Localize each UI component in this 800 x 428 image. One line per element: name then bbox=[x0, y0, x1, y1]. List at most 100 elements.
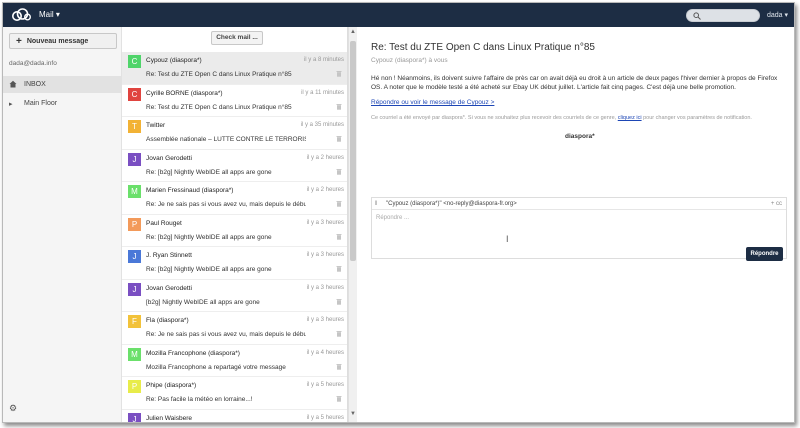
message-sender: Jovan Gerodetti bbox=[146, 284, 192, 292]
list-item[interactable]: T Twitter il y a 35 minutes Assemblée natio… bbox=[122, 117, 347, 150]
app-window: Mail ▾ dada ▾ + Nouveau message dada@dad… bbox=[2, 2, 795, 423]
message-subject-preview: Mozilla Francophone a repartagé votre me… bbox=[146, 363, 286, 371]
list-item[interactable]: M Marien Fressinaud (diaspora*) il y a 2 h… bbox=[122, 182, 347, 215]
send-reply-button[interactable]: Répondre bbox=[746, 247, 783, 261]
message-sender: Fla (diaspora*) bbox=[146, 317, 189, 324]
sidebar-item-main-floor[interactable]: ▸ Main Floor bbox=[3, 95, 121, 112]
reply-textarea[interactable]: Répondre ... bbox=[376, 215, 409, 221]
message-date: il y a 3 heures bbox=[306, 284, 344, 291]
list-item[interactable]: P Paul Rouget il y a 3 heures Re: [b2g] Nig… bbox=[122, 215, 347, 247]
scroll-thumb[interactable] bbox=[350, 41, 356, 261]
message-subject-preview: Assemblée nationale – LUTTE CONTRE LE TE… bbox=[146, 136, 306, 143]
cloud-logo-icon[interactable] bbox=[11, 8, 31, 22]
trash-icon[interactable] bbox=[336, 298, 342, 305]
message-date: il y a 5 heures bbox=[306, 382, 344, 388]
unsubscribe-link[interactable]: cliquez ici bbox=[618, 115, 642, 121]
list-item[interactable]: J J. Ryan Stinnett il y a 3 heures Re: [b2g… bbox=[122, 247, 347, 280]
reply-link[interactable]: Répondre ou voir le message de Cypouz > bbox=[371, 99, 494, 106]
new-message-button[interactable]: + Nouveau message bbox=[9, 33, 117, 49]
list-item[interactable]: P Phipe (diaspora*) il y a 5 heures Re: Pas… bbox=[122, 377, 347, 410]
avatar: P bbox=[128, 217, 141, 231]
trash-icon[interactable] bbox=[336, 200, 342, 207]
message-date: il y a 4 heures bbox=[306, 349, 344, 356]
message-subject-preview: Re: Test du ZTE Open C dans Linux Pratiq… bbox=[146, 103, 292, 111]
message-sender: Jovan Gerodetti bbox=[146, 154, 192, 162]
avatar: J bbox=[128, 250, 141, 263]
trash-icon[interactable] bbox=[336, 103, 342, 110]
message-date: il y a 8 minutes bbox=[303, 57, 344, 63]
message-sender: Twitter bbox=[146, 122, 166, 129]
app-menu[interactable]: Mail ▾ bbox=[39, 10, 60, 19]
trash-icon[interactable] bbox=[336, 233, 342, 240]
scroll-up-icon[interactable]: ▲ bbox=[350, 29, 356, 35]
avatar: M bbox=[128, 185, 141, 198]
gear-icon[interactable]: ⚙ bbox=[9, 403, 17, 414]
check-mail-button[interactable]: Check mail ... bbox=[211, 31, 263, 45]
sidebar-item-label: INBOX bbox=[24, 81, 46, 88]
recipient-icon: ǁ bbox=[375, 201, 378, 207]
list-item[interactable]: F Fla (diaspora*) il y a 3 heures Re: Je ne… bbox=[122, 312, 347, 345]
message-body: Hé non ! Néanmoins, ils doivent suivre l… bbox=[371, 75, 778, 91]
message-sender: Marien Fressinaud (diaspora*) bbox=[146, 187, 234, 194]
to-field[interactable]: ǁ "Cypouz (diaspora*)" <no-reply@diaspor… bbox=[372, 198, 786, 210]
avatar: M bbox=[128, 347, 141, 361]
avatar: J bbox=[128, 152, 141, 166]
message-subject-preview: Re: [b2g] Nightly WebIDE all apps are go… bbox=[146, 266, 272, 273]
sidebar: + Nouveau message dada@dada.info INBOX ▸… bbox=[3, 27, 122, 422]
search-input[interactable] bbox=[686, 9, 760, 22]
trash-icon[interactable] bbox=[336, 135, 342, 142]
add-cc-button[interactable]: + cc bbox=[771, 201, 782, 207]
message-subject-preview: Re: Je ne sais pas si vous avez vu, mais… bbox=[146, 201, 306, 208]
top-bar: Mail ▾ dada ▾ bbox=[3, 3, 794, 27]
scrollbar[interactable]: ▲ ▼ bbox=[348, 27, 357, 422]
message-reader: Re: Test du ZTE Open C dans Linux Pratiq… bbox=[357, 27, 794, 422]
message-date: il y a 2 heures bbox=[306, 154, 344, 161]
message-subject-preview: [b2g] Nightly WebIDE all apps are gone bbox=[146, 298, 260, 306]
chevron-right-icon: ▸ bbox=[9, 100, 13, 108]
notification-note: Ce courriel a été envoyé par diaspora*. … bbox=[371, 115, 786, 121]
list-item[interactable]: J Julien Waisbere il y a 5 heures bbox=[122, 410, 347, 422]
text-cursor-icon: I bbox=[506, 234, 509, 244]
list-item[interactable]: C Cyrille BORNE (diaspora*) il y a 11 minu… bbox=[122, 85, 347, 117]
list-item[interactable]: C Cypouz (diaspora*) il y a 8 minutes Re: T… bbox=[122, 52, 347, 85]
signature: diaspora* bbox=[565, 133, 595, 140]
message-date: il y a 35 minutes bbox=[300, 122, 344, 128]
message-sender: Cyrille BORNE (diaspora*) bbox=[146, 89, 223, 97]
account-email: dada@dada.info bbox=[9, 60, 57, 67]
list-item[interactable]: M Mozilla Francophone (diaspora*) il y a 4… bbox=[122, 345, 347, 377]
sidebar-item-label: Main Floor bbox=[24, 100, 58, 107]
message-sender: J. Ryan Stinnett bbox=[146, 252, 192, 259]
trash-icon[interactable] bbox=[336, 363, 342, 370]
avatar: J bbox=[128, 282, 141, 296]
message-list-pane: Check mail ... C Cypouz (diaspora*) il y a… bbox=[122, 27, 348, 422]
message-list: C Cypouz (diaspora*) il y a 8 minutes Re: T… bbox=[122, 52, 347, 422]
message-date: il y a 3 heures bbox=[306, 219, 344, 226]
list-item[interactable]: J Jovan Gerodetti il y a 3 heures [b2g] Nig… bbox=[122, 280, 347, 312]
message-subject-preview: Re: Je ne sais pas si vous avez vu, mais… bbox=[146, 331, 306, 338]
scroll-down-icon[interactable]: ▼ bbox=[350, 411, 356, 417]
list-item[interactable]: J Jovan Gerodetti il y a 2 heures Re: [b2g]… bbox=[122, 150, 347, 182]
trash-icon[interactable] bbox=[336, 330, 342, 337]
message-subject-preview: Re: [b2g] Nightly WebIDE all apps are go… bbox=[146, 168, 272, 176]
message-subject-preview: Re: Pas facile la météo en lorraine...! bbox=[146, 396, 253, 403]
home-icon bbox=[9, 80, 19, 90]
trash-icon[interactable] bbox=[336, 265, 342, 272]
note-text-before: Ce courriel a été envoyé par diaspora*. … bbox=[371, 115, 617, 121]
avatar: P bbox=[128, 380, 141, 393]
avatar: J bbox=[128, 412, 141, 422]
trash-icon[interactable] bbox=[336, 70, 342, 77]
message-sender: Julien Waisbere bbox=[146, 414, 193, 422]
avatar: C bbox=[128, 55, 141, 68]
message-sender: Mozilla Francophone (diaspora*) bbox=[146, 349, 240, 357]
trash-icon[interactable] bbox=[336, 168, 342, 175]
message-date: il y a 3 heures bbox=[306, 252, 344, 258]
to-address: "Cypouz (diaspora*)" <no-reply@diaspora-… bbox=[386, 201, 517, 207]
trash-icon[interactable] bbox=[336, 395, 342, 402]
plus-icon: + bbox=[16, 35, 22, 47]
message-sender: Cypouz (diaspora*) bbox=[146, 57, 202, 64]
user-menu[interactable]: dada ▾ bbox=[767, 11, 788, 19]
sidebar-item-inbox[interactable]: INBOX bbox=[3, 76, 121, 93]
reply-composer: ǁ "Cypouz (diaspora*)" <no-reply@diaspor… bbox=[371, 197, 787, 261]
avatar: T bbox=[128, 120, 141, 133]
message-date: il y a 3 heures bbox=[306, 317, 344, 323]
